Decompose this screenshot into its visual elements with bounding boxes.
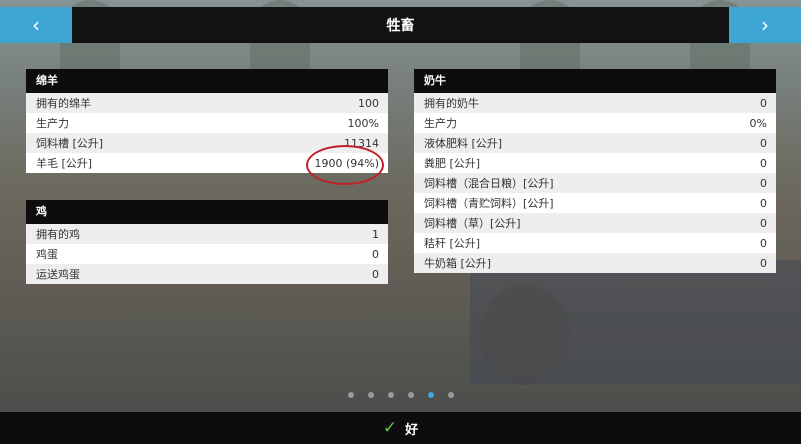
row-value: 100: [358, 96, 379, 110]
sheep-row-owned: 拥有的绵羊 100: [26, 93, 388, 113]
cow-panel-title: 奶牛: [414, 69, 776, 93]
cow-row-owned: 拥有的奶牛 0: [414, 93, 776, 113]
chevron-left-icon: ‹: [32, 13, 40, 37]
row-value: 100%: [347, 116, 379, 130]
row-value: 0: [760, 196, 767, 210]
cow-row-trough-grass: 饲料槽（草）[公升] 0: [414, 213, 776, 233]
row-value: 0: [760, 176, 767, 190]
wool-value-wrap: 1900 (94%): [306, 144, 385, 185]
row-label: 运送鸡蛋: [36, 268, 80, 281]
row-label: 拥有的鸡: [36, 228, 80, 241]
page-dot[interactable]: [407, 392, 414, 398]
row-value: 0: [760, 156, 767, 170]
sheep-panel-title: 绵羊: [26, 69, 388, 93]
row-value: 0%: [749, 116, 767, 130]
header: ‹ 牲畜 ›: [0, 7, 801, 43]
page-indicator: [0, 392, 801, 398]
page-dot[interactable]: [367, 392, 374, 398]
prev-page-button[interactable]: ‹: [0, 7, 72, 43]
chicken-row-owned: 拥有的鸡 1: [26, 224, 388, 244]
row-label: 液体肥料 [公升]: [424, 137, 503, 150]
chicken-panel: 鸡 拥有的鸡 1 鸡蛋 0 运送鸡蛋 0: [26, 200, 388, 284]
row-value: 0: [760, 136, 767, 150]
chevron-right-icon: ›: [761, 13, 769, 37]
sheep-panel: 绵羊 拥有的绵羊 100 生产力 100% 饲料槽 [公升] 11314 羊毛 …: [26, 69, 388, 185]
sheep-row-wool: 羊毛 [公升] 1900 (94%): [26, 144, 388, 185]
row-value: 0: [760, 216, 767, 230]
row-label: 秸秆 [公升]: [424, 237, 481, 250]
next-page-button[interactable]: ›: [729, 7, 801, 43]
row-label: 饲料槽（草）[公升]: [424, 217, 521, 230]
row-value: 0: [760, 256, 767, 270]
row-label: 生产力: [424, 117, 457, 130]
cow-row-liquid-manure: 液体肥料 [公升] 0: [414, 133, 776, 153]
row-label: 饲料槽 [公升]: [36, 137, 104, 150]
row-label: 拥有的绵羊: [36, 97, 91, 110]
bottom-bar: ✓ 好: [0, 412, 801, 444]
cow-row-productivity: 生产力 0%: [414, 113, 776, 133]
chicken-panel-title: 鸡: [26, 200, 388, 224]
row-value: 0: [760, 96, 767, 110]
cow-row-trough-tmr: 饲料槽（混合日粮）[公升] 0: [414, 173, 776, 193]
page-dot[interactable]: [387, 392, 394, 398]
cow-panel: 奶牛 拥有的奶牛 0 生产力 0% 液体肥料 [公升] 0 粪肥 [公升] 0 …: [414, 69, 776, 273]
row-label: 生产力: [36, 117, 69, 130]
row-value: 0: [760, 236, 767, 250]
cow-row-straw: 秸秆 [公升] 0: [414, 233, 776, 253]
row-value: 11314: [344, 136, 379, 150]
row-value: 0: [372, 247, 379, 261]
row-label: 鸡蛋: [36, 248, 58, 261]
page-title-bar: 牲畜: [72, 7, 729, 43]
page-dot[interactable]: [447, 392, 454, 398]
row-label: 饲料槽（青贮饲料）[公升]: [424, 197, 554, 210]
sheep-row-feed-trough: 饲料槽 [公升] 11314: [26, 133, 388, 153]
ok-button-label: 好: [405, 422, 419, 438]
cow-row-milk-tank: 牛奶箱 [公升] 0: [414, 253, 776, 273]
chicken-row-delivered-eggs: 运送鸡蛋 0: [26, 264, 388, 284]
cow-row-trough-silage: 饲料槽（青贮饲料）[公升] 0: [414, 193, 776, 213]
row-label: 饲料槽（混合日粮）[公升]: [424, 177, 554, 190]
row-label: 牛奶箱 [公升]: [424, 257, 492, 270]
page-dot[interactable]: [427, 392, 434, 398]
row-label: 拥有的奶牛: [424, 97, 479, 110]
chicken-row-eggs: 鸡蛋 0: [26, 244, 388, 264]
row-value: 1: [372, 227, 379, 241]
sheep-row-productivity: 生产力 100%: [26, 113, 388, 133]
row-value: 1900 (94%): [314, 156, 379, 170]
check-icon: ✓: [382, 418, 398, 438]
row-label: 羊毛 [公升]: [36, 157, 93, 170]
page-dot[interactable]: [347, 392, 354, 398]
ok-button[interactable]: ✓ 好: [383, 418, 418, 438]
row-label: 粪肥 [公升]: [424, 157, 481, 170]
page-title: 牲畜: [386, 18, 415, 34]
cow-row-manure: 粪肥 [公升] 0: [414, 153, 776, 173]
row-value: 0: [372, 267, 379, 281]
